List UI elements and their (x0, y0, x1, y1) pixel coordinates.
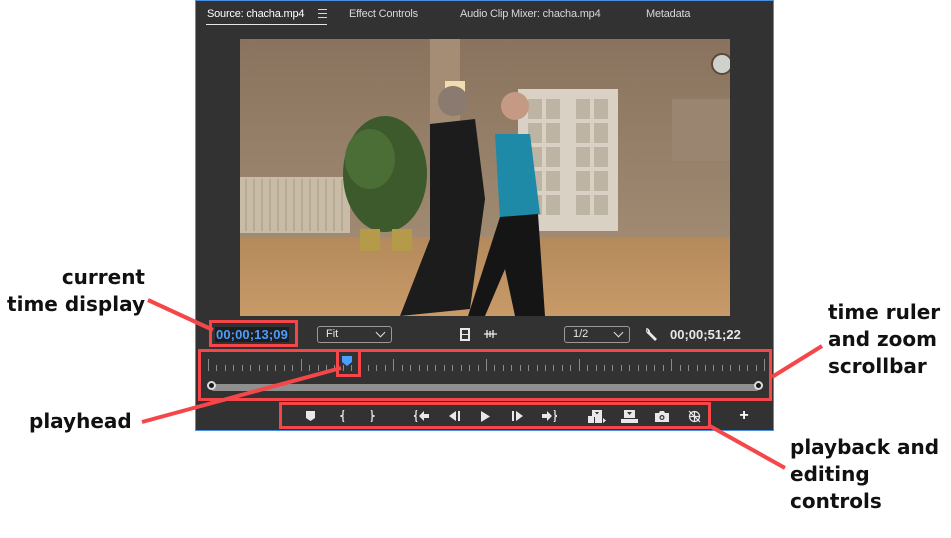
hamburger-menu-icon[interactable] (318, 9, 327, 18)
tab-effect-controls[interactable]: Effect Controls (349, 8, 418, 20)
time-ruler-highlight (198, 349, 772, 401)
ruler-annotation: time ruler and zoom scrollbar (828, 299, 940, 380)
tab-audio-clip-mixer[interactable]: Audio Clip Mixer: chacha.mp4 (460, 8, 601, 20)
annotation-line: playback and (790, 435, 940, 459)
tab-source[interactable]: Source: chacha.mp4 (207, 8, 304, 20)
panel-tab-bar: Source: chacha.mp4 Effect Controls Audio… (196, 1, 773, 31)
controls-annotation: playback and editing controls (790, 434, 939, 515)
zoom-level-dropdown[interactable]: Fit (317, 326, 392, 343)
video-frame (240, 39, 730, 316)
button-editor-add-button[interactable]: + (734, 407, 754, 425)
settings-wrench-icon[interactable] (644, 326, 658, 342)
duration-display: 00;00;51;22 (670, 327, 741, 342)
video-preview[interactable] (240, 39, 730, 316)
annotation-line: scrollbar (828, 354, 927, 378)
drag-video-only-icon[interactable] (459, 327, 471, 341)
ruler-callout-line (770, 344, 824, 379)
annotation-line: controls (790, 489, 882, 513)
chevron-down-icon (613, 327, 624, 338)
playback-resolution-value: 1/2 (573, 328, 589, 340)
annotation-line: time display (7, 292, 145, 316)
controls-callout-line (707, 423, 786, 470)
transport-controls-highlight (279, 402, 711, 429)
tab-metadata[interactable]: Metadata (646, 8, 690, 20)
active-tab-underline (206, 24, 327, 25)
annotation-line: editing (790, 462, 870, 486)
annotation-line: and zoom (828, 327, 937, 351)
playback-resolution-dropdown[interactable]: 1/2 (564, 326, 630, 343)
current-time-annotation: current time display (0, 264, 145, 318)
annotation-line: time ruler (828, 300, 941, 324)
annotation-line: current (61, 265, 145, 289)
zoom-level-value: Fit (326, 328, 339, 340)
chevron-down-icon (375, 327, 386, 338)
current-time-highlight (209, 320, 298, 347)
playhead-highlight (336, 349, 361, 377)
playhead-annotation: playhead (29, 409, 132, 433)
drag-audio-only-icon[interactable] (483, 328, 497, 340)
